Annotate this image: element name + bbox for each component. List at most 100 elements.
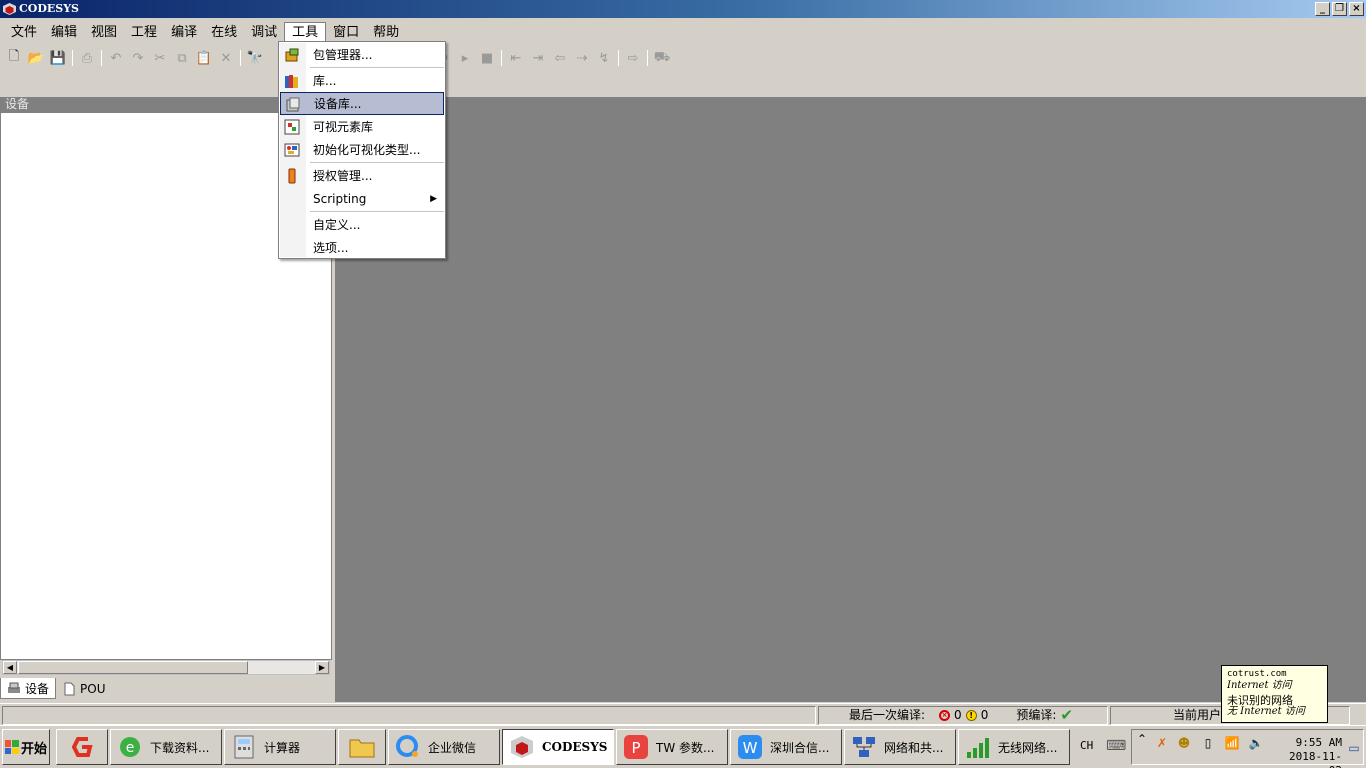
clock[interactable]: 9:55 AM 2018-11-02 — [1278, 736, 1342, 768]
cut-icon[interactable]: ✂ — [150, 48, 170, 68]
tooltip-line-3: 未识别的网络 — [1227, 694, 1293, 707]
svg-text:P: P — [631, 739, 640, 757]
language-indicator[interactable]: CH — [1080, 739, 1093, 752]
horizontal-scrollbar[interactable]: ◀ ▶ — [2, 660, 330, 675]
taskbar-button-wireless[interactable]: 无线网络... — [958, 729, 1070, 765]
menu-help[interactable]: 帮助 — [366, 22, 406, 42]
system-tray: ⌃ ✗ ☻ ▯ 📶 🔈 9:55 AM 2018-11-02 ▭ — [1131, 729, 1364, 768]
show-desktop-icon[interactable]: ▭ — [1346, 740, 1362, 756]
menu-item-license-manager[interactable]: 授权管理... — [280, 164, 444, 187]
copy-icon[interactable]: ⧉ — [172, 48, 192, 68]
taskbar-button-wecom[interactable]: 企业微信 — [388, 729, 500, 765]
tray-volume-icon[interactable]: 🔈 — [1248, 735, 1264, 751]
taskbar-button-network-sharing[interactable]: 网络和共... — [844, 729, 956, 765]
quicklaunch-button[interactable] — [56, 729, 108, 765]
menu-item-package-manager[interactable]: 包管理器... — [280, 43, 444, 66]
tab-devices[interactable]: 设备 — [0, 678, 57, 699]
run-to-cursor-icon[interactable]: ⇢ — [572, 48, 592, 68]
show-current-statement-icon[interactable]: ⇨ — [623, 48, 643, 68]
menu-tools[interactable]: 工具 — [284, 22, 327, 42]
last-build-label: 最后一次编译: — [849, 708, 926, 722]
status-bar: 最后一次编译: × 0 ! 0 预编译: ✔ 当前用户 — [0, 703, 1366, 725]
tab-pou[interactable]: POU — [56, 678, 111, 699]
svg-text:W: W — [743, 739, 758, 757]
menu-build[interactable]: 编译 — [164, 22, 204, 42]
wps-pdf-icon: P — [624, 735, 648, 759]
menu-project[interactable]: 工程 — [124, 22, 164, 42]
menu-item-customize[interactable]: 自定义... — [280, 213, 444, 236]
open-project-icon[interactable]: 📂 — [26, 48, 46, 68]
start-button[interactable]: 开始 — [2, 729, 50, 765]
toolbar-options-icon[interactable]: ⛟ — [652, 48, 672, 68]
scroll-right-icon[interactable]: ▶ — [315, 661, 329, 674]
start-icon[interactable]: ▸ — [455, 48, 475, 68]
paste-icon[interactable]: 📋 — [194, 48, 214, 68]
show-hidden-icons-icon[interactable]: ⌃ — [1134, 731, 1150, 747]
menu-window[interactable]: 窗口 — [326, 22, 366, 42]
menu-file[interactable]: 文件 — [4, 22, 44, 42]
step-over-icon[interactable]: ⇤ — [506, 48, 526, 68]
menu-item-library[interactable]: 库... — [280, 69, 444, 92]
scroll-left-icon[interactable]: ◀ — [3, 661, 17, 674]
menu-item-options[interactable]: 选项... — [280, 236, 444, 259]
calculator-icon — [234, 735, 254, 759]
menu-item-label: 自定义... — [313, 218, 361, 232]
keyboard-icon[interactable]: ⌨ — [1106, 738, 1126, 754]
tooltip-line-2: Internet 访问 — [1227, 680, 1292, 691]
taskbar-button-folder[interactable] — [338, 729, 386, 765]
menu-separator — [310, 162, 444, 163]
print-icon[interactable]: ⎙ — [77, 48, 97, 68]
stop-icon[interactable]: ■ — [477, 48, 497, 68]
submenu-arrow-icon: ▶ — [430, 193, 437, 204]
menu-item-label: 库... — [313, 74, 337, 88]
restore-button[interactable]: ❐ — [1332, 2, 1347, 16]
close-button[interactable]: × — [1349, 2, 1364, 16]
find-icon[interactable]: 🔭 — [245, 48, 265, 68]
svg-text:e: e — [126, 740, 135, 756]
save-icon[interactable]: 💾 — [48, 48, 68, 68]
clock-time: 9:55 AM — [1295, 736, 1342, 749]
taskbar-button-label: 网络和共... — [884, 740, 944, 755]
devices-icon — [8, 682, 20, 693]
set-next-statement-icon[interactable]: ↯ — [594, 48, 614, 68]
redo-icon[interactable]: ↷ — [128, 48, 148, 68]
ie-browser-icon: e — [120, 737, 140, 757]
undo-icon[interactable]: ↶ — [106, 48, 126, 68]
menu-online[interactable]: 在线 — [204, 22, 244, 42]
error-icon: × — [939, 710, 951, 721]
taskbar-button-tw-params[interactable]: P TW 参数... — [616, 729, 728, 765]
codesys-logo-icon — [511, 736, 533, 758]
device-repository-icon — [286, 97, 300, 112]
tooltip-line-4: 无 Internet 访问 — [1227, 706, 1305, 717]
taskbar: 开始 e 下载资料... 计算器 企业微信 CODESYS P TW 参数...… — [0, 725, 1366, 768]
menu-view[interactable]: 视图 — [84, 22, 124, 42]
menu-bar: 文件 编辑 视图 工程 编译 在线 调试 工具 窗口 帮助 — [0, 22, 1366, 44]
tray-usb-icon[interactable]: ▯ — [1200, 735, 1216, 751]
visual-elements-icon — [284, 119, 300, 135]
minimize-button[interactable]: _ — [1315, 2, 1330, 16]
step-into-icon[interactable]: ⇥ — [528, 48, 548, 68]
delete-icon[interactable]: ✕ — [216, 48, 236, 68]
menu-edit[interactable]: 编辑 — [44, 22, 84, 42]
tray-network-icon[interactable]: 📶 — [1224, 735, 1240, 751]
menu-item-device-repository[interactable]: 设备库... — [280, 92, 444, 115]
title-bar: CODESYS _ ❐ × — [0, 0, 1366, 18]
warning-icon: ! — [965, 710, 977, 721]
menu-item-visualization-types[interactable]: 初始化可视化类型... — [280, 138, 444, 161]
new-project-icon[interactable]: 🗋 — [4, 48, 24, 68]
taskbar-button-calculator[interactable]: 计算器 — [224, 729, 336, 765]
network-sharing-icon — [853, 737, 875, 757]
warning-count: 0 — [980, 708, 989, 722]
windows-flag-icon — [4, 740, 19, 754]
toolbar-separator — [72, 50, 73, 66]
taskbar-button-downloads[interactable]: e 下载资料... — [110, 729, 222, 765]
menu-item-scripting[interactable]: Scripting ▶ — [280, 187, 444, 210]
taskbar-button-codesys[interactable]: CODESYS — [502, 729, 614, 765]
tray-security-icon[interactable]: ☻ — [1176, 735, 1192, 751]
tray-app-icon[interactable]: ✗ — [1154, 735, 1170, 751]
menu-item-visual-elements[interactable]: 可视元素库 — [280, 115, 444, 138]
menu-debug[interactable]: 调试 — [244, 22, 284, 42]
taskbar-button-wps-doc[interactable]: W 深圳合信... — [730, 729, 842, 765]
step-out-icon[interactable]: ⇦ — [550, 48, 570, 68]
scroll-thumb[interactable] — [18, 661, 248, 674]
